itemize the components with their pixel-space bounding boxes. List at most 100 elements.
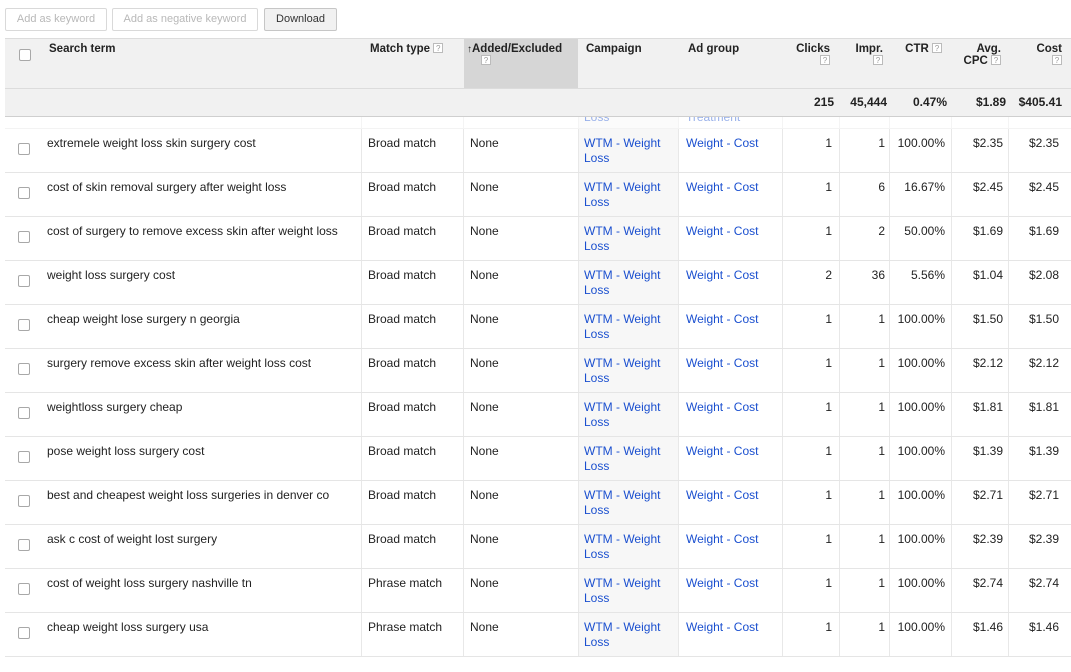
row-checkbox[interactable] — [18, 451, 30, 463]
ad-group-link[interactable]: Weight -Treatment — [686, 117, 780, 125]
campaign-link[interactable]: WTM - WeightLoss — [584, 620, 676, 650]
ad-group-link[interactable]: Weight - Cost — [686, 356, 780, 371]
campaign-link[interactable]: WTM - WeightLoss — [584, 136, 676, 166]
ad-group-link[interactable]: Weight - Cost — [686, 136, 780, 151]
column-divider — [361, 525, 362, 568]
column-divider — [678, 261, 679, 304]
column-divider — [782, 393, 783, 436]
row-checkbox[interactable] — [18, 539, 30, 551]
column-divider — [463, 129, 464, 172]
campaign-link[interactable]: WTM - WeightLoss — [584, 180, 676, 210]
ad-group-link-line-1: Weight - Cost — [686, 268, 759, 282]
column-divider — [782, 305, 783, 348]
column-divider — [951, 349, 952, 392]
campaign-link-line-2: Loss — [584, 415, 610, 429]
row-checkbox[interactable] — [18, 495, 30, 507]
table-row: best and cheapest weight loss surgeries … — [5, 481, 1071, 525]
row-checkbox[interactable] — [18, 407, 30, 419]
row-checkbox[interactable] — [18, 627, 30, 639]
add-as-keyword-button[interactable]: Add as keyword — [5, 8, 107, 31]
header-cost[interactable]: Cost ? — [1010, 39, 1062, 88]
help-icon[interactable]: ? — [433, 43, 444, 53]
campaign-link-line-2: Loss — [584, 371, 610, 385]
help-icon[interactable]: ? — [481, 55, 491, 65]
impr-cell: 1 — [878, 136, 885, 150]
campaign-link[interactable]: WTM - WeightLoss — [584, 576, 676, 606]
ctr-cell: 100.00% — [897, 576, 945, 590]
ad-group-link[interactable]: Weight - Cost — [686, 576, 780, 591]
ad-group-link[interactable]: Weight - Cost — [686, 444, 780, 459]
ad-group-link[interactable]: Weight - Cost — [686, 224, 780, 239]
column-divider — [1008, 525, 1009, 568]
column-divider — [463, 481, 464, 524]
row-checkbox[interactable] — [18, 583, 30, 595]
select-all-checkbox[interactable] — [19, 49, 31, 61]
header-search-term[interactable]: Search term — [49, 39, 359, 88]
campaign-link[interactable]: WTM - WeightLoss — [584, 444, 676, 474]
help-icon[interactable]: ? — [873, 55, 883, 65]
campaign-link[interactable]: WTM - WeightLoss — [584, 224, 676, 254]
column-divider — [1008, 569, 1009, 612]
download-button[interactable]: Download — [264, 8, 337, 31]
column-divider — [782, 349, 783, 392]
header-match-type[interactable]: Match type ? — [370, 39, 462, 88]
ad-group-link-line-1: Weight - Cost — [686, 532, 759, 546]
ctr-cell: 16.67% — [904, 180, 945, 194]
added-excluded-cell: None — [470, 356, 499, 370]
ad-group-link[interactable]: Weight - Cost — [686, 532, 780, 547]
campaign-link[interactable]: WTM - WeightLoss — [584, 356, 676, 386]
column-divider — [463, 349, 464, 392]
column-divider — [782, 569, 783, 612]
row-checkbox[interactable] — [18, 231, 30, 243]
clicks-cell: 1 — [825, 576, 832, 590]
campaign-link[interactable]: WTM - WeightLoss — [584, 117, 676, 125]
campaign-link[interactable]: WTM - WeightLoss — [584, 532, 676, 562]
campaign-link[interactable]: WTM - WeightLoss — [584, 400, 676, 430]
ctr-cell: 100.00% — [897, 444, 945, 458]
ad-group-link[interactable]: Weight - Cost — [686, 620, 780, 635]
column-divider — [578, 393, 579, 436]
header-search-term-label: Search term — [49, 43, 116, 55]
ad-group-link[interactable]: Weight - Cost — [686, 312, 780, 327]
help-icon[interactable]: ? — [991, 55, 1001, 65]
campaign-link[interactable]: WTM - WeightLoss — [584, 488, 676, 518]
row-checkbox[interactable] — [18, 275, 30, 287]
header-ad-group[interactable]: Ad group — [688, 39, 783, 88]
avg-cpc-cell: $1.04 — [972, 268, 1003, 282]
column-divider — [678, 481, 679, 524]
campaign-link[interactable]: WTM - WeightLoss — [584, 268, 676, 298]
row-checkbox[interactable] — [18, 143, 30, 155]
help-icon[interactable]: ? — [1052, 55, 1062, 65]
clicks-cell: 1 — [825, 180, 832, 194]
column-divider — [1008, 481, 1009, 524]
campaign-link[interactable]: WTM - WeightLoss — [584, 312, 676, 342]
help-icon[interactable]: ? — [932, 43, 942, 53]
search-term-cell: surgery remove excess skin after weight … — [47, 356, 312, 370]
header-avg-cpc-label-2: CPC — [963, 55, 988, 67]
header-impr[interactable]: Impr. ? — [840, 39, 883, 88]
row-checkbox[interactable] — [18, 187, 30, 199]
column-divider — [361, 173, 362, 216]
campaign-link-line-1: WTM - Weight — [584, 400, 661, 414]
column-divider — [1008, 349, 1009, 392]
add-as-negative-keyword-button[interactable]: Add as negative keyword — [112, 8, 258, 31]
ad-group-link[interactable]: Weight - Cost — [686, 180, 780, 195]
column-divider — [782, 525, 783, 568]
impr-cell: 1 — [878, 620, 885, 634]
row-checkbox[interactable] — [18, 319, 30, 331]
header-added-excluded[interactable]: ↑Added/Excluded ? — [464, 39, 578, 88]
column-divider — [782, 481, 783, 524]
table-header: Search term Match type ? ↑Added/Excluded… — [5, 38, 1071, 89]
column-divider — [361, 349, 362, 392]
ad-group-link[interactable]: Weight - Cost — [686, 488, 780, 503]
match-type-cell: Broad match — [368, 268, 437, 282]
ad-group-link[interactable]: Weight - Cost — [686, 400, 780, 415]
row-checkbox[interactable] — [18, 363, 30, 375]
header-clicks[interactable]: Clicks ? — [787, 39, 830, 88]
header-avg-cpc[interactable]: Avg. CPC ? — [953, 39, 1001, 88]
header-campaign[interactable]: Campaign — [586, 39, 681, 88]
header-ctr[interactable]: CTR ? — [890, 39, 942, 88]
help-icon[interactable]: ? — [820, 55, 830, 65]
added-excluded-cell: None — [470, 400, 499, 414]
ad-group-link[interactable]: Weight - Cost — [686, 268, 780, 283]
